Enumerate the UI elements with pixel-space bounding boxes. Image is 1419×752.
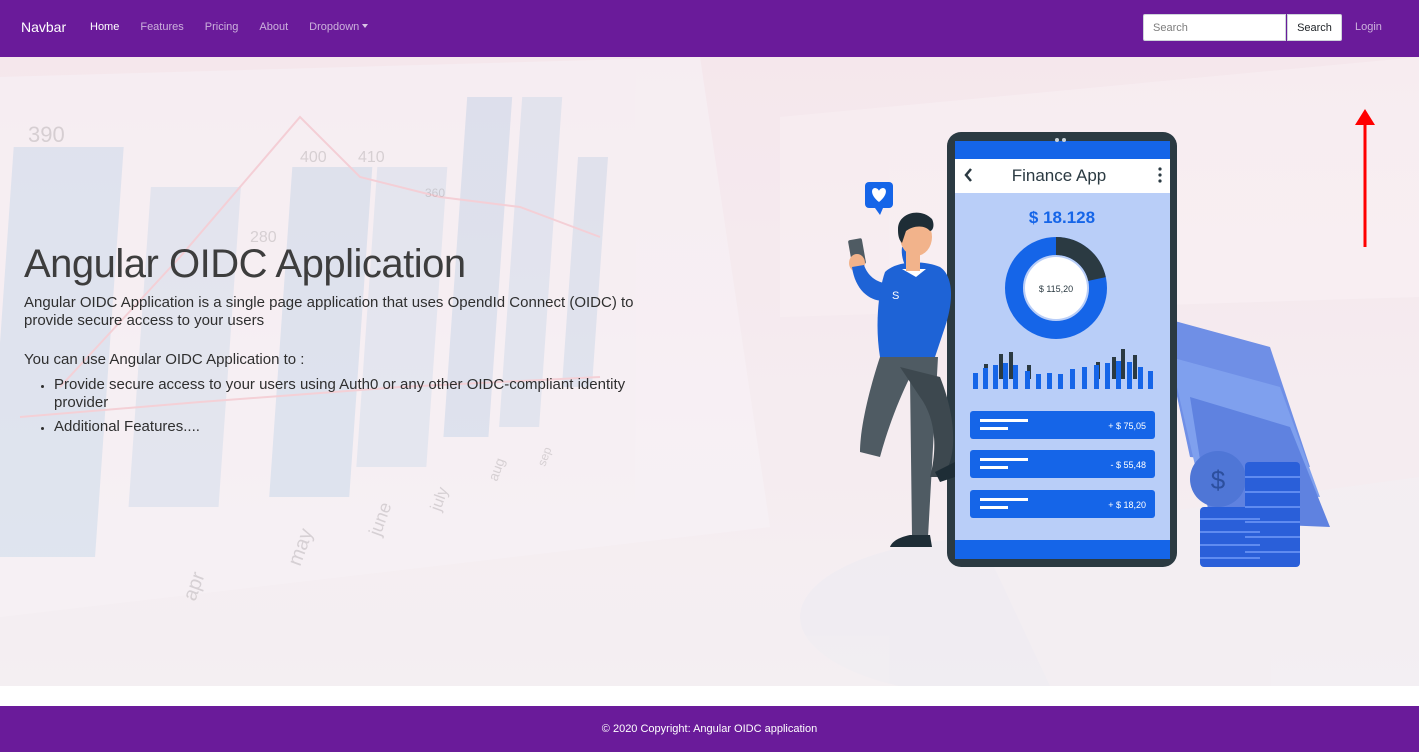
transaction-amount: + $ 18,20 <box>1108 500 1146 510</box>
nav-links: Home Features Pricing About Dropdown <box>90 20 389 34</box>
hero-subheading: You can use Angular OIDC Application to … <box>24 351 305 368</box>
nav-dropdown-label: Dropdown <box>309 21 360 33</box>
hero-description: Angular OIDC Application is a single pag… <box>24 294 634 329</box>
phone-mockup: Finance App $ 18.128 $ 115,20 + $ 75,05 <box>947 132 1177 567</box>
list-item: Provide secure access to your users usin… <box>41 376 674 412</box>
list-item: Additional Features.... <box>41 418 674 436</box>
transaction-amount: - $ 55,48 <box>1110 460 1146 470</box>
cash-stack: $ <box>1160 317 1330 567</box>
nav-link-features[interactable]: Features <box>140 20 183 34</box>
copyright-text: © 2020 Copyright: Angular OIDC applicati… <box>601 723 818 735</box>
page-title: Angular OIDC Application <box>24 242 466 286</box>
man-character: S <box>848 182 955 547</box>
top-navbar: Navbar Home Features Pricing About Dropd… <box>0 0 1419 57</box>
nav-link-pricing[interactable]: Pricing <box>205 20 239 34</box>
finance-app-illustration: $ Finance App $ 18.128 $ 115,20 + $ 75,0… <box>848 132 1330 567</box>
footer: © 2020 Copyright: Angular OIDC applicati… <box>0 706 1419 752</box>
caret-down-icon <box>362 24 369 28</box>
dollar-coin-icon: $ <box>1211 465 1226 495</box>
app-title: Finance App <box>1012 166 1107 185</box>
feature-list: Provide secure access to your users usin… <box>41 376 674 442</box>
donut-value: $ 115,20 <box>1039 284 1073 294</box>
more-vertical-icon <box>1158 167 1162 183</box>
navbar-brand[interactable]: Navbar <box>21 18 66 36</box>
search-input[interactable] <box>1143 14 1286 41</box>
nav-dropdown-toggle[interactable]: Dropdown <box>309 20 369 34</box>
annotation-arrow <box>1355 109 1375 247</box>
balance-amount: $ 18.128 <box>1029 208 1095 227</box>
nav-link-about[interactable]: About <box>259 20 288 34</box>
transaction-amount: + $ 75,05 <box>1108 421 1146 431</box>
shirt-letter: S <box>892 290 899 302</box>
login-link[interactable]: Login <box>1355 20 1382 34</box>
nav-link-home[interactable]: Home <box>90 20 119 34</box>
search-button[interactable]: Search <box>1287 14 1342 41</box>
transaction-list: + $ 75,05 - $ 55,48 + $ 18,20 <box>970 411 1155 518</box>
hero-section: 390 400 410 280 360 apr may june july au… <box>0 57 1419 686</box>
